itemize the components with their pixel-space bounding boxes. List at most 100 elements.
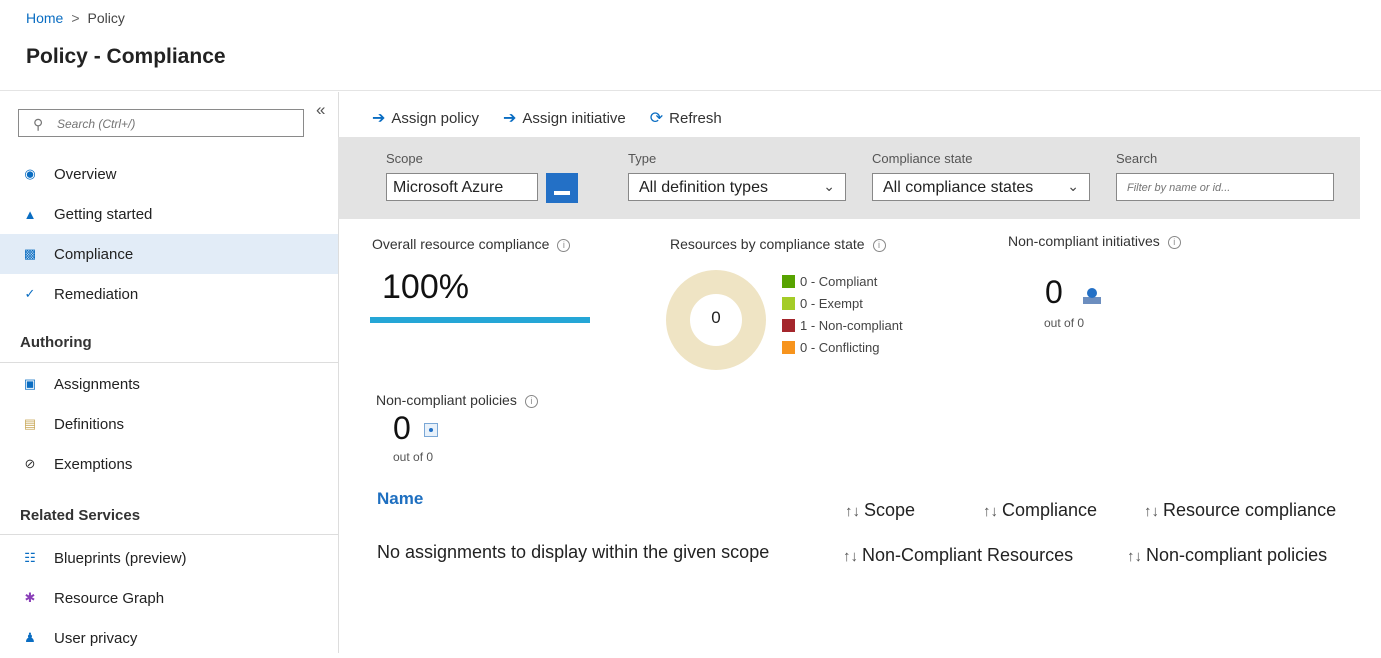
- legend-swatch: [782, 274, 795, 288]
- column-header-resource-compliance[interactable]: ↑↓ Resource compliance: [1144, 500, 1336, 521]
- sidebar-item-blueprints[interactable]: ☷ Blueprints (preview): [0, 538, 338, 578]
- assign-policy-button[interactable]: ➔ Assign policy: [372, 108, 479, 128]
- legend-label: 1 - Non-compliant: [800, 317, 903, 333]
- scope-field[interactable]: Microsoft Azure: [386, 173, 538, 201]
- remediation-icon: ✓: [24, 286, 36, 301]
- compliance-state-label: Compliance state: [872, 151, 973, 166]
- sort-icon: ↑↓: [843, 548, 858, 565]
- info-icon[interactable]: i: [872, 239, 886, 252]
- overall-compliance-label: Overall resource compliance: [372, 236, 550, 252]
- filter-bar: Scope Microsoft Azure Type All definitio…: [338, 137, 1360, 219]
- sidebar-item-resource-graph[interactable]: ✱ Resource Graph: [0, 578, 338, 618]
- sidebar: ⚲ « ◉ Overview ▲ Getting started ▩ Compl…: [0, 92, 339, 653]
- sidebar-item-label: Exemptions: [54, 455, 133, 473]
- sidebar-item-label: Overview: [54, 165, 117, 183]
- legend-label: 0 - Exempt: [800, 295, 863, 311]
- legend-item-noncompliant: 1 - Non-compliant: [782, 314, 903, 336]
- sidebar-item-label: Definitions: [54, 415, 125, 433]
- chevron-down-icon: ⌄: [823, 178, 835, 194]
- collapse-sidebar-button[interactable]: «: [316, 100, 325, 120]
- initiative-icon: [1083, 288, 1101, 304]
- info-icon[interactable]: i: [524, 395, 538, 408]
- search-label: Search: [1116, 151, 1158, 166]
- refresh-label: Refresh: [669, 109, 722, 127]
- sidebar-item-label: Resource Graph: [54, 589, 165, 607]
- blueprints-icon: ☷: [24, 550, 36, 565]
- sidebar-search[interactable]: ⚲: [18, 109, 304, 137]
- legend-swatch: [782, 318, 795, 332]
- breadcrumb-home-link[interactable]: Home: [26, 10, 63, 26]
- type-dropdown[interactable]: All definition types ⌄: [628, 173, 846, 201]
- column-header-noncompliant-policies[interactable]: ↑↓ Non-compliant policies: [1127, 545, 1327, 566]
- filter-search-box[interactable]: [1116, 173, 1334, 201]
- definitions-icon: ▤: [23, 416, 37, 431]
- sidebar-item-label: Compliance: [54, 245, 134, 263]
- type-label: Type: [628, 151, 657, 166]
- legend-swatch: [782, 340, 795, 354]
- noncompliant-initiatives-count: 0: [1045, 274, 1063, 310]
- section-heading-authoring: Authoring: [20, 334, 92, 351]
- legend-label: 0 - Conflicting: [800, 339, 880, 355]
- column-header-label: Non-Compliant Resources: [862, 545, 1074, 565]
- scope-picker-icon: [554, 191, 570, 195]
- noncompliant-initiatives-title: Non-compliant initiatives i: [1008, 233, 1181, 249]
- legend-item-conflicting: 0 - Conflicting: [782, 336, 903, 358]
- noncompliant-policies-label: Non-compliant policies: [376, 392, 517, 408]
- resources-by-state-title: Resources by compliance state i: [670, 236, 886, 252]
- sidebar-item-definitions[interactable]: ▤ Definitions: [0, 404, 338, 444]
- filter-search-input[interactable]: [1125, 176, 1329, 200]
- column-header-name[interactable]: Name: [377, 489, 423, 509]
- sidebar-item-label: User privacy: [54, 629, 138, 647]
- chevron-down-icon: ⌄: [1067, 178, 1079, 194]
- column-header-scope[interactable]: ↑↓ Scope: [845, 500, 915, 521]
- legend-item-compliant: 0 - Compliant: [782, 270, 903, 292]
- sidebar-item-label: Remediation: [54, 285, 139, 303]
- assign-initiative-label: Assign initiative: [522, 109, 626, 127]
- compliance-state-dropdown[interactable]: All compliance states ⌄: [872, 173, 1090, 201]
- empty-state-message: No assignments to display within the giv…: [377, 542, 770, 562]
- title-divider: [0, 90, 1381, 91]
- column-header-compliance[interactable]: ↑↓ Compliance: [983, 500, 1097, 521]
- sidebar-item-label: Getting started: [54, 205, 153, 223]
- user-privacy-icon: ♟: [24, 630, 36, 645]
- compliance-progress-bar: [370, 317, 590, 323]
- legend-item-exempt: 0 - Exempt: [782, 292, 903, 314]
- sort-icon: ↑↓: [983, 503, 998, 520]
- scope-label: Scope: [386, 151, 423, 166]
- assign-initiative-button[interactable]: ➔ Assign initiative: [503, 108, 626, 128]
- breadcrumb: Home > Policy: [26, 10, 125, 26]
- sidebar-item-compliance[interactable]: ▩ Compliance: [0, 234, 338, 274]
- noncompliant-policies-title: Non-compliant policies i: [376, 392, 538, 408]
- sort-icon: ↑↓: [1127, 548, 1142, 565]
- info-icon[interactable]: i: [1167, 236, 1181, 249]
- column-header-noncompliant-resources[interactable]: ↑↓ Non-Compliant Resources: [843, 545, 1073, 566]
- info-icon[interactable]: i: [557, 239, 571, 252]
- sidebar-item-overview[interactable]: ◉ Overview: [0, 154, 338, 194]
- noncompliant-initiatives-label: Non-compliant initiatives: [1008, 233, 1160, 249]
- sidebar-search-input[interactable]: [55, 113, 299, 135]
- column-header-label: Compliance: [1002, 500, 1098, 520]
- sidebar-item-remediation[interactable]: ✓ Remediation: [0, 274, 338, 314]
- compliance-icon: ▩: [23, 246, 37, 261]
- page-title: Policy - Compliance: [26, 45, 226, 68]
- sidebar-item-getting-started[interactable]: ▲ Getting started: [0, 194, 338, 234]
- sidebar-item-exemptions[interactable]: ⊘ Exemptions: [0, 444, 338, 484]
- sidebar-item-user-privacy[interactable]: ♟ User privacy: [0, 618, 338, 658]
- sort-icon: ↑↓: [845, 503, 860, 520]
- sidebar-item-assignments[interactable]: ▣ Assignments: [0, 364, 338, 404]
- section-divider: [0, 362, 338, 363]
- breadcrumb-current: Policy: [87, 10, 125, 26]
- assign-icon: ➔: [502, 110, 517, 127]
- refresh-button[interactable]: ⟳ Refresh: [650, 108, 722, 128]
- exemptions-icon: ⊘: [24, 456, 36, 471]
- resource-graph-icon: ✱: [24, 590, 36, 605]
- sidebar-item-label: Assignments: [54, 375, 140, 393]
- legend-label: 0 - Compliant: [800, 273, 878, 289]
- assign-policy-label: Assign policy: [391, 109, 479, 127]
- scope-picker-button[interactable]: [546, 173, 578, 203]
- sort-icon: ↑↓: [1144, 503, 1159, 520]
- noncompliant-initiatives-out-of: out of 0: [1044, 316, 1085, 330]
- overall-compliance-title: Overall resource compliance i: [372, 236, 571, 252]
- assignments-icon: ▣: [23, 376, 37, 391]
- overview-icon: ◉: [24, 166, 36, 181]
